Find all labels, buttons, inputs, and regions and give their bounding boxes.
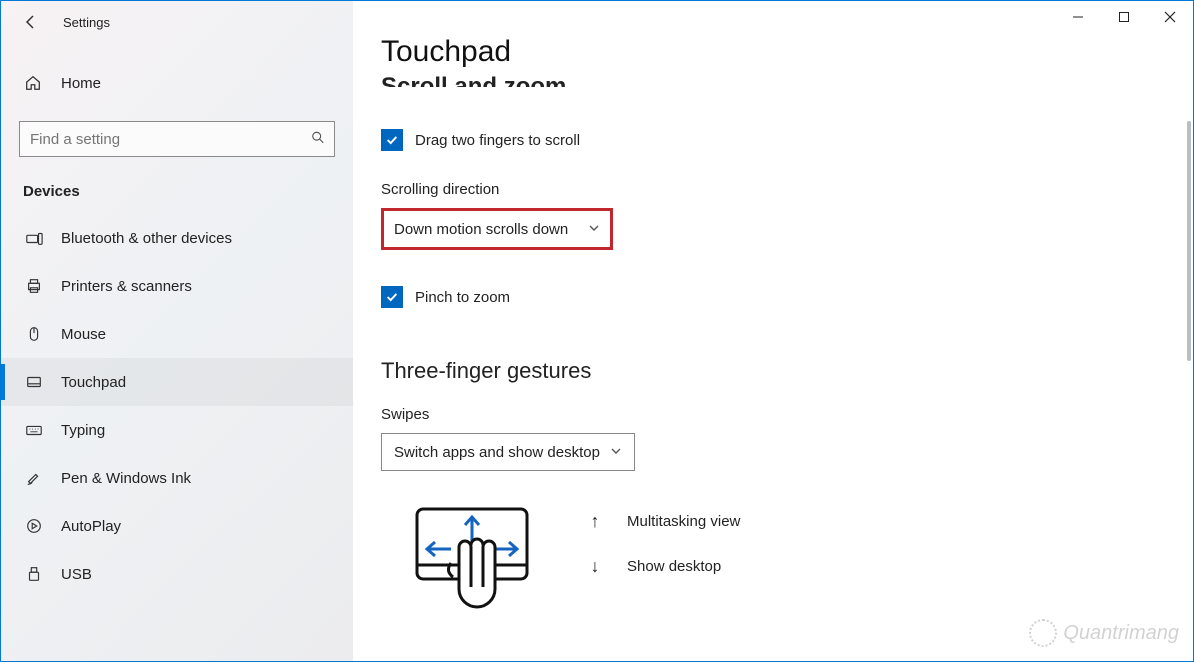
sidebar-item-printers[interactable]: Printers & scanners	[1, 262, 353, 310]
printer-icon	[23, 277, 45, 295]
gesture-label: Show desktop	[627, 558, 721, 575]
scrolling-direction-dropdown[interactable]: Down motion scrolls down	[381, 208, 613, 250]
minimize-button[interactable]	[1055, 1, 1101, 33]
settings-window: Settings Home Devices Bluetooth & other …	[0, 0, 1194, 662]
sidebar-item-touchpad[interactable]: Touchpad	[1, 358, 353, 406]
drag-two-fingers-row: Drag two fingers to scroll	[381, 129, 1193, 151]
sidebar-item-mouse[interactable]: Mouse	[1, 310, 353, 358]
mouse-icon	[23, 325, 45, 343]
swipes-label: Swipes	[381, 406, 1193, 423]
sidebar-item-typing[interactable]: Typing	[1, 406, 353, 454]
sidebar-item-label: Pen & Windows Ink	[61, 470, 191, 487]
close-button[interactable]	[1147, 1, 1193, 33]
section-scroll-and-zoom: Scroll and zoom	[381, 73, 1193, 101]
drag-two-fingers-checkbox[interactable]	[381, 129, 403, 151]
pinch-to-zoom-checkbox[interactable]	[381, 286, 403, 308]
watermark: Quantrimang	[1029, 619, 1179, 647]
keyboard-icon	[23, 421, 45, 439]
pinch-to-zoom-row: Pinch to zoom	[381, 286, 1193, 308]
sidebar-nav: Bluetooth & other devices Printers & sca…	[1, 214, 353, 598]
scrolling-direction-label: Scrolling direction	[381, 181, 1193, 198]
gesture-row-down: ↓ Show desktop	[585, 556, 740, 577]
sidebar: Settings Home Devices Bluetooth & other …	[1, 1, 353, 661]
sidebar-item-label: AutoPlay	[61, 518, 121, 535]
autoplay-icon	[23, 517, 45, 535]
touchpad-illustration	[381, 499, 537, 631]
window-controls	[1055, 1, 1193, 33]
usb-icon	[23, 565, 45, 583]
chevron-down-icon	[610, 445, 622, 460]
sidebar-header: Settings	[1, 1, 353, 43]
search-wrap	[19, 121, 335, 157]
search-icon	[311, 131, 325, 148]
sidebar-category: Devices	[23, 183, 353, 200]
sidebar-item-usb[interactable]: USB	[1, 550, 353, 598]
arrow-up-icon: ↑	[585, 511, 605, 532]
content-pane: Touchpad Scroll and zoom Drag two finger…	[353, 1, 1193, 661]
sidebar-item-label: Touchpad	[61, 374, 126, 391]
pen-icon	[23, 469, 45, 487]
sidebar-home[interactable]: Home	[1, 61, 353, 105]
scrollbar[interactable]	[1187, 121, 1191, 381]
sidebar-item-pen[interactable]: Pen & Windows Ink	[1, 454, 353, 502]
scroll-area[interactable]: Drag two fingers to scroll Scrolling dir…	[353, 101, 1193, 661]
sidebar-item-autoplay[interactable]: AutoPlay	[1, 502, 353, 550]
search-input[interactable]	[19, 121, 335, 157]
swipes-dropdown[interactable]: Switch apps and show desktop	[381, 433, 635, 471]
drag-two-fingers-label: Drag two fingers to scroll	[415, 132, 580, 149]
three-finger-header: Three-finger gestures	[381, 358, 1193, 384]
watermark-text: Quantrimang	[1063, 622, 1179, 645]
sidebar-home-label: Home	[61, 75, 101, 92]
sidebar-item-label: Printers & scanners	[61, 278, 192, 295]
sidebar-item-label: Typing	[61, 422, 105, 439]
app-title: Settings	[63, 15, 110, 30]
pinch-to-zoom-label: Pinch to zoom	[415, 289, 510, 306]
watermark-icon	[1029, 619, 1057, 647]
scrollbar-thumb[interactable]	[1187, 121, 1191, 361]
back-button[interactable]	[19, 10, 43, 34]
maximize-button[interactable]	[1101, 1, 1147, 33]
swipes-value: Switch apps and show desktop	[394, 444, 600, 461]
gesture-list: ↑ Multitasking view ↓ Show desktop	[585, 511, 740, 601]
home-icon	[23, 74, 43, 92]
sidebar-item-label: Mouse	[61, 326, 106, 343]
scrolling-direction-value: Down motion scrolls down	[394, 221, 568, 238]
chevron-down-icon	[588, 222, 600, 237]
gesture-illustration-row: ↑ Multitasking view ↓ Show desktop	[381, 499, 1193, 631]
page-title: Touchpad	[381, 35, 1193, 69]
gesture-label: Multitasking view	[627, 513, 740, 530]
touchpad-icon	[23, 373, 45, 391]
sidebar-item-label: Bluetooth & other devices	[61, 230, 232, 247]
arrow-down-icon: ↓	[585, 556, 605, 577]
bluetooth-icon	[23, 229, 45, 247]
sidebar-item-label: USB	[61, 566, 92, 583]
gesture-row-up: ↑ Multitasking view	[585, 511, 740, 532]
sidebar-item-bluetooth[interactable]: Bluetooth & other devices	[1, 214, 353, 262]
